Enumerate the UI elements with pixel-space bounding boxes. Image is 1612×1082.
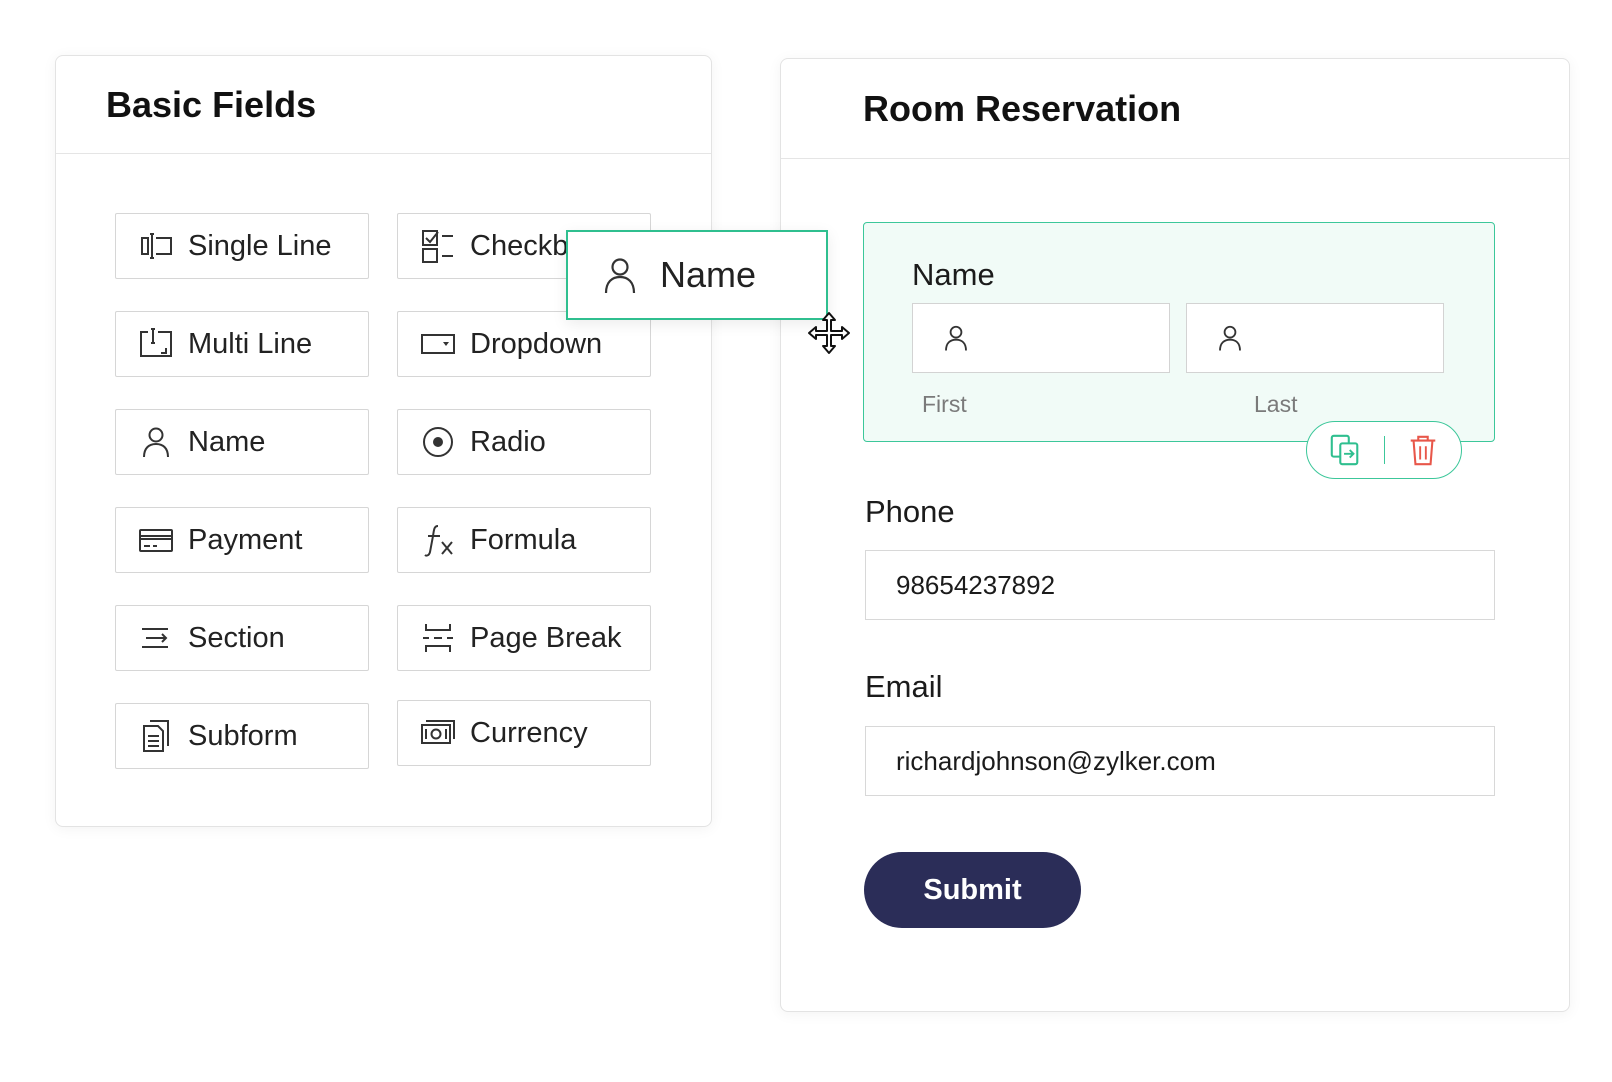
- field-tile-subform[interactable]: Subform: [115, 703, 369, 769]
- field-tile-label: Section: [188, 621, 285, 654]
- phone-field-label: Phone: [865, 494, 955, 529]
- action-separator: [1383, 436, 1385, 464]
- phone-input[interactable]: 98654237892: [865, 550, 1495, 620]
- form-header: Room Reservation: [781, 59, 1569, 159]
- email-field-label: Email: [865, 669, 943, 704]
- basic-fields-title: Basic Fields: [106, 83, 317, 125]
- page-break-icon: [423, 624, 453, 652]
- field-tile-label: Payment: [188, 523, 303, 556]
- multi-line-icon: [140, 328, 172, 357]
- trash-icon[interactable]: [1406, 433, 1440, 467]
- field-tile-single-line[interactable]: Single Line: [115, 213, 369, 279]
- field-tile-label: Currency: [470, 716, 588, 749]
- phone-value: 98654237892: [896, 569, 1056, 600]
- field-tile-payment[interactable]: Payment: [115, 507, 369, 573]
- radio-icon: [423, 427, 453, 457]
- card-icon: [139, 529, 173, 552]
- email-input[interactable]: richardjohnson@zylker.com: [865, 726, 1495, 796]
- field-tile-label: Subform: [188, 719, 298, 752]
- dropdown-icon: [421, 334, 455, 354]
- field-tile-label: Formula: [470, 523, 577, 556]
- name-field-label: Name: [912, 257, 995, 292]
- field-tile-radio[interactable]: Radio: [397, 409, 651, 475]
- basic-fields-header: Basic Fields: [56, 56, 711, 154]
- drag-ghost-label: Name: [660, 254, 757, 295]
- field-tile-page-break[interactable]: Page Break: [397, 605, 651, 671]
- subform-icon: [143, 720, 169, 752]
- field-tile-dropdown[interactable]: Dropdown: [397, 311, 651, 377]
- checkbox-icon: [422, 230, 453, 263]
- duplicate-icon[interactable]: [1328, 433, 1362, 467]
- first-name-input[interactable]: [912, 303, 1170, 373]
- person-icon: [143, 427, 169, 458]
- last-name-input[interactable]: [1186, 303, 1444, 373]
- person-icon: [604, 258, 636, 294]
- name-field-selected[interactable]: Name First Last: [863, 222, 1495, 442]
- field-tile-formula[interactable]: Formula: [397, 507, 651, 573]
- drag-ghost-name-tile[interactable]: Name: [566, 230, 828, 320]
- email-value: richardjohnson@zylker.com: [896, 745, 1216, 776]
- field-tile-label: Radio: [470, 425, 546, 458]
- last-sub-label: Last: [1254, 391, 1298, 417]
- field-tile-section[interactable]: Section: [115, 605, 369, 671]
- currency-icon: [421, 720, 455, 744]
- field-tile-name[interactable]: Name: [115, 409, 369, 475]
- field-tile-multi-line[interactable]: Multi Line: [115, 311, 369, 377]
- field-tile-label: Name: [188, 425, 266, 458]
- field-tile-label: Single Line: [188, 229, 332, 262]
- field-tile-label: Page Break: [470, 621, 622, 654]
- move-cursor-icon: [808, 312, 850, 354]
- field-action-pill: [1306, 421, 1462, 479]
- formula-icon: [424, 525, 453, 557]
- section-icon: [142, 628, 168, 648]
- person-icon: [945, 325, 967, 351]
- form-title: Room Reservation: [863, 87, 1182, 129]
- field-tile-label: Multi Line: [188, 327, 313, 360]
- person-icon: [1219, 325, 1241, 351]
- submit-button[interactable]: Submit: [864, 852, 1081, 928]
- single-line-icon: [141, 233, 172, 259]
- field-tile-currency[interactable]: Currency: [397, 700, 651, 766]
- field-tile-label: Dropdown: [470, 327, 603, 360]
- first-sub-label: First: [922, 391, 967, 417]
